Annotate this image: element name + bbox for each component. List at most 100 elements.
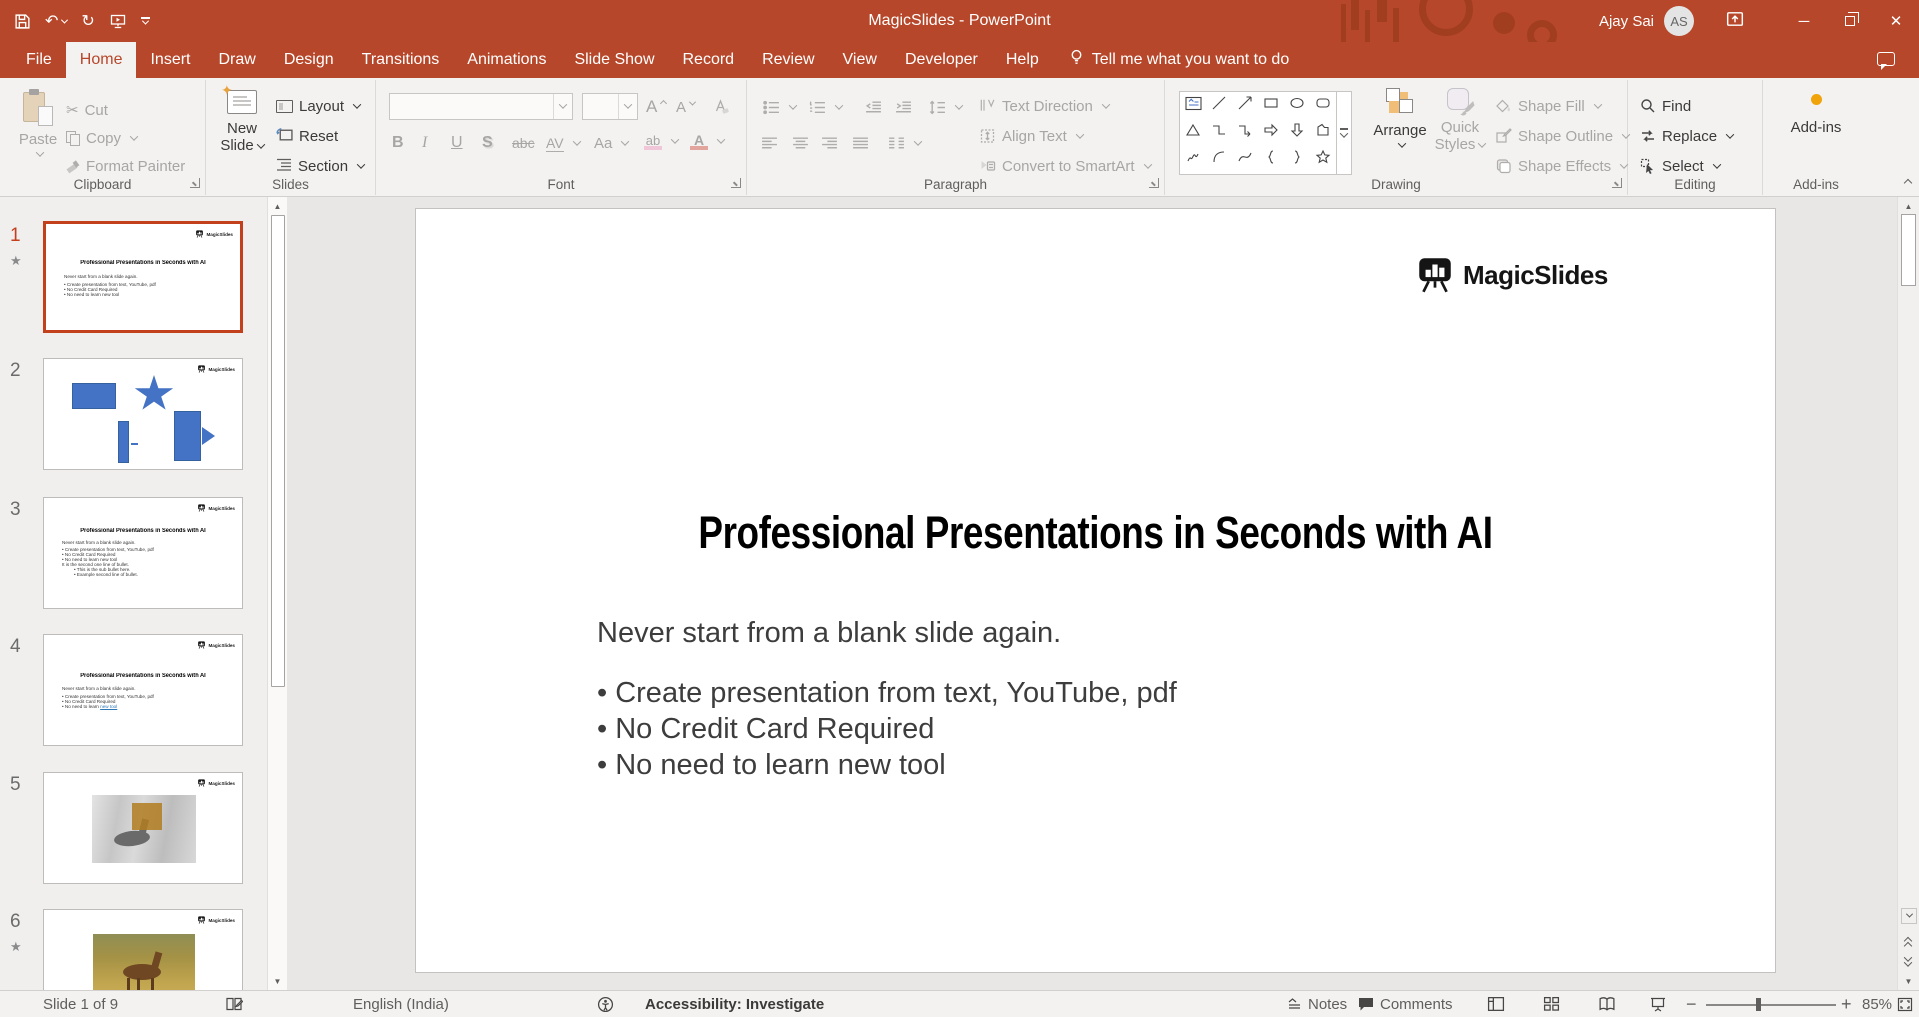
- thumb-scroll-up-icon[interactable]: ▲: [268, 197, 287, 215]
- spell-check-icon[interactable]: [225, 991, 243, 1017]
- collapse-ribbon-button[interactable]: [1904, 179, 1912, 187]
- restore-button[interactable]: [1827, 0, 1873, 42]
- right-brace-shape-icon[interactable]: [1289, 149, 1305, 170]
- tab-review[interactable]: Review: [748, 42, 828, 78]
- minimize-button[interactable]: ─: [1781, 0, 1827, 42]
- tab-file[interactable]: File: [12, 42, 66, 78]
- select-button[interactable]: Select: [1640, 153, 1720, 179]
- ribbon-display-options-icon[interactable]: [1726, 10, 1744, 33]
- tab-animations[interactable]: Animations: [453, 42, 560, 78]
- split-box[interactable]: [1901, 908, 1917, 924]
- clear-formatting-button[interactable]: [712, 94, 729, 120]
- slide-thumbnail-4[interactable]: MagicSlides Professional Presentations i…: [43, 634, 243, 746]
- paragraph-dialog-launcher[interactable]: [1149, 178, 1159, 188]
- oval-shape-icon[interactable]: [1289, 95, 1305, 116]
- highlight-color-button[interactable]: ab: [644, 128, 678, 154]
- zoom-slider-handle[interactable]: [1756, 998, 1761, 1011]
- align-right-button[interactable]: [821, 130, 838, 156]
- tab-record[interactable]: Record: [669, 42, 749, 78]
- justify-button[interactable]: [852, 130, 869, 156]
- bullets-button[interactable]: [763, 94, 796, 120]
- zoom-level[interactable]: 85%: [1862, 991, 1892, 1017]
- zoom-out-button[interactable]: −: [1686, 991, 1697, 1017]
- new-slide-button[interactable]: ✦ New Slide: [214, 90, 270, 154]
- italic-button[interactable]: I: [422, 130, 444, 156]
- account-area[interactable]: Ajay Sai AS: [1599, 0, 1744, 42]
- tab-developer[interactable]: Developer: [891, 42, 992, 78]
- thumbnail-scrollbar-thumb[interactable]: [271, 215, 285, 687]
- strikethrough-button[interactable]: abc: [512, 130, 535, 156]
- arc-shape-icon[interactable]: [1211, 149, 1227, 170]
- star-shape-icon[interactable]: [1315, 149, 1331, 170]
- slide-thumbnail-1[interactable]: MagicSlides Professional Presentations i…: [43, 221, 243, 333]
- slide-indicator[interactable]: Slide 1 of 9: [43, 991, 118, 1017]
- increase-font-size-button[interactable]: A: [646, 94, 666, 120]
- notes-toggle[interactable]: Notes: [1287, 991, 1347, 1017]
- slide-thumbnail-5[interactable]: MagicSlides: [43, 772, 243, 884]
- accessibility-status[interactable]: Accessibility: Investigate: [645, 991, 824, 1017]
- normal-view-button[interactable]: [1487, 991, 1505, 1017]
- right-arrow-shape-icon[interactable]: [1263, 122, 1279, 143]
- thumbnail-scrollbar[interactable]: ▲ ▼: [267, 197, 287, 990]
- text-shadow-button[interactable]: S: [482, 130, 504, 156]
- curve-shape-icon[interactable]: [1237, 149, 1253, 170]
- shape-fill-button[interactable]: Shape Fill: [1495, 93, 1601, 119]
- font-name-combobox[interactable]: [389, 93, 573, 120]
- slide-bullet[interactable]: • No need to learn new tool: [597, 749, 946, 782]
- scroll-up-icon[interactable]: ▲: [1898, 197, 1919, 215]
- tab-home[interactable]: Home: [66, 42, 137, 78]
- font-color-button[interactable]: A: [690, 128, 724, 154]
- accessibility-icon[interactable]: [597, 991, 614, 1017]
- scroll-down-icon[interactable]: ▼: [1898, 972, 1919, 990]
- character-spacing-button[interactable]: AV: [546, 130, 580, 156]
- section-button[interactable]: Section: [276, 153, 364, 179]
- numbering-button[interactable]: [809, 94, 842, 120]
- line-spacing-button[interactable]: [929, 94, 962, 120]
- scribble-shape-icon[interactable]: [1185, 149, 1201, 170]
- reset-button[interactable]: Reset: [276, 123, 338, 149]
- underline-button[interactable]: U: [451, 130, 473, 156]
- fit-slide-to-window-button[interactable]: [1897, 991, 1913, 1017]
- arrange-button[interactable]: Arrange: [1371, 88, 1429, 148]
- format-painter-button[interactable]: Format Painter: [66, 153, 185, 179]
- main-scrollbar-thumb[interactable]: [1901, 214, 1916, 286]
- undo-button[interactable]: ↶: [45, 11, 67, 31]
- shapes-gallery-more-button[interactable]: [1336, 92, 1351, 174]
- replace-button[interactable]: Replace: [1640, 123, 1733, 149]
- language-indicator[interactable]: English (India): [353, 991, 449, 1017]
- tab-view[interactable]: View: [829, 42, 891, 78]
- decrease-indent-button[interactable]: [865, 94, 882, 120]
- slide-canvas[interactable]: MagicSlides Professional Presentations i…: [415, 208, 1776, 973]
- tell-me-search[interactable]: Tell me what you want to do: [1069, 42, 1289, 78]
- next-slide-button[interactable]: [1903, 954, 1915, 970]
- drawing-dialog-launcher[interactable]: [1612, 178, 1622, 188]
- columns-button[interactable]: [888, 130, 921, 156]
- avatar[interactable]: AS: [1664, 6, 1694, 36]
- decrease-font-size-button[interactable]: A: [676, 94, 695, 120]
- align-left-button[interactable]: [761, 130, 778, 156]
- zoom-in-button[interactable]: +: [1841, 991, 1852, 1017]
- main-scrollbar[interactable]: ▲ ▼: [1897, 197, 1919, 990]
- reading-view-button[interactable]: [1598, 991, 1616, 1017]
- slide-sorter-view-button[interactable]: [1543, 991, 1560, 1017]
- close-button[interactable]: ✕: [1873, 0, 1919, 42]
- slide-bullet[interactable]: • No Credit Card Required: [597, 713, 934, 746]
- triangle-shape-icon[interactable]: [1185, 122, 1201, 143]
- font-dialog-launcher[interactable]: [731, 178, 741, 188]
- tab-design[interactable]: Design: [270, 42, 348, 78]
- cut-button[interactable]: ✂ Cut: [66, 97, 108, 123]
- zoom-slider-track[interactable]: [1706, 1004, 1836, 1006]
- line-shape-icon[interactable]: [1211, 95, 1227, 116]
- shape-outline-button[interactable]: Shape Outline: [1495, 123, 1629, 149]
- save-icon[interactable]: [14, 13, 31, 30]
- feedback-bubble-icon[interactable]: [1877, 52, 1895, 66]
- align-text-button[interactable]: Align Text: [979, 123, 1083, 149]
- font-size-combobox[interactable]: [582, 93, 638, 120]
- shape-effects-button[interactable]: Shape Effects: [1495, 153, 1627, 179]
- rectangle-shape-icon[interactable]: [1263, 95, 1279, 116]
- slide-thumbnail-3[interactable]: MagicSlides Professional Presentations i…: [43, 497, 243, 609]
- line-arrow-shape-icon[interactable]: [1237, 95, 1253, 116]
- freeform-shape-icon[interactable]: [1315, 122, 1331, 143]
- text-box-shape-icon[interactable]: [1185, 96, 1202, 116]
- elbow-arrow-connector-shape-icon[interactable]: [1237, 122, 1253, 143]
